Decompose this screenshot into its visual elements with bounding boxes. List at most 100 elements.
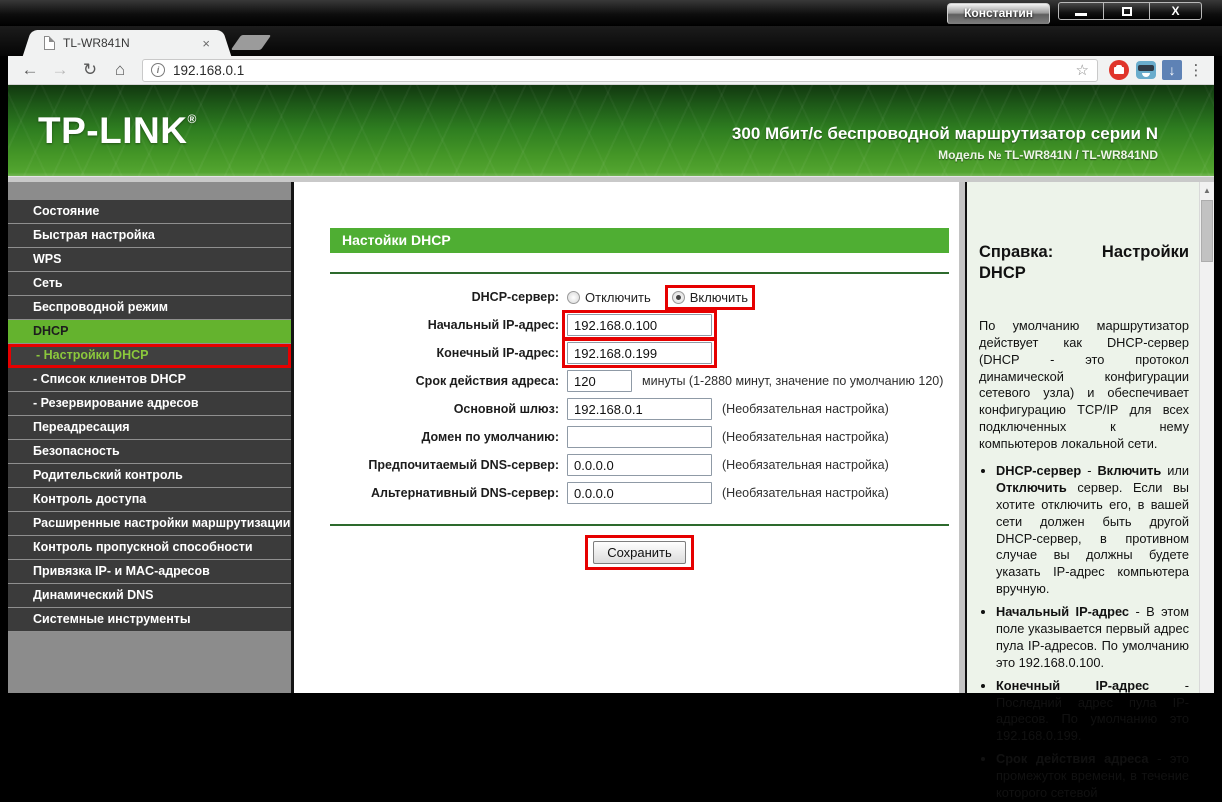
help-bullet: Начальный IP-адрес - В этом поле указыва… bbox=[996, 604, 1189, 672]
bookmark-star-icon[interactable]: ☆ bbox=[1076, 61, 1089, 79]
primary-dns-input[interactable] bbox=[567, 454, 712, 476]
help-bullet: Конечный IP-адрес - Последний адрес пула… bbox=[996, 678, 1189, 746]
optional-note: (Необязательная настройка) bbox=[722, 458, 889, 472]
router-tagline: 300 Мбит/с беспроводной маршрутизатор се… bbox=[732, 124, 1158, 144]
adblock-extension-icon[interactable] bbox=[1108, 60, 1129, 81]
lease-time-input[interactable] bbox=[567, 370, 632, 392]
tplink-header: TP-LINK® 300 Мбит/с беспроводной маршрут… bbox=[8, 85, 1214, 176]
gateway-input[interactable] bbox=[567, 398, 712, 420]
start-ip-input[interactable] bbox=[567, 314, 712, 336]
field-label: Альтернативный DNS-сервер: bbox=[330, 486, 567, 500]
sidebar-item[interactable]: Сеть bbox=[8, 272, 291, 296]
field-label: Домен по умолчанию: bbox=[330, 430, 567, 444]
annotation-box-save: Сохранить bbox=[585, 535, 694, 570]
sidebar-item[interactable]: WPS bbox=[8, 248, 291, 272]
secondary-dns-input[interactable] bbox=[567, 482, 712, 504]
sidebar-item[interactable]: Расширенные настройки маршрутизации bbox=[8, 512, 291, 536]
back-icon[interactable]: ← bbox=[18, 58, 42, 82]
router-admin-page: TP-LINK® 300 Мбит/с беспроводной маршрут… bbox=[8, 85, 1214, 693]
field-label: Основной шлюз: bbox=[330, 402, 567, 416]
domain-input[interactable] bbox=[567, 426, 712, 448]
sidebar-item[interactable]: Контроль пропускной способности bbox=[8, 536, 291, 560]
tab-title: TL-WR841N bbox=[63, 36, 200, 50]
sidebar-menu: СостояниеБыстрая настройкаWPSСетьБеспров… bbox=[8, 182, 291, 693]
scrollbar-thumb[interactable] bbox=[1201, 200, 1213, 262]
radio-disable[interactable] bbox=[567, 291, 580, 304]
radio-disable-label[interactable]: Отключить bbox=[585, 290, 651, 305]
forward-icon[interactable]: → bbox=[48, 58, 72, 82]
minimize-button[interactable] bbox=[1058, 2, 1104, 20]
sidebar-item[interactable]: DHCP bbox=[8, 320, 291, 344]
page-title: Настойки DHCP bbox=[330, 228, 949, 253]
sidebar-item[interactable]: Быстрая настройка bbox=[8, 224, 291, 248]
maximize-icon bbox=[1122, 7, 1132, 16]
help-bullet: Срок действия адреса - это промежуток вр… bbox=[996, 751, 1189, 802]
reload-icon[interactable]: ↻ bbox=[78, 58, 102, 82]
field-label: Срок действия адреса: bbox=[330, 374, 567, 388]
help-title: Справка: Настройки DHCP bbox=[979, 242, 1189, 304]
maximize-button[interactable] bbox=[1104, 2, 1150, 20]
sidebar-item[interactable]: Состояние bbox=[8, 200, 291, 224]
help-intro: По умолчанию маршрутизатор действует как… bbox=[979, 318, 1189, 453]
sidebar-item[interactable]: Привязка IP- и MAC-адресов bbox=[8, 560, 291, 584]
sidebar-item[interactable]: Контроль доступа bbox=[8, 488, 291, 512]
sidebar-item[interactable]: - Резервирование адресов bbox=[8, 392, 291, 416]
sidebar-item[interactable]: Родительский контроль bbox=[8, 464, 291, 488]
proxy-mask-extension-icon[interactable] bbox=[1135, 60, 1156, 81]
download-helper-extension-icon[interactable]: ↓ bbox=[1162, 60, 1182, 80]
form-row-gateway: Основной шлюз: (Необязательная настройка… bbox=[330, 395, 949, 423]
annotation-box-enable: Включить bbox=[665, 285, 755, 310]
browser-profile-button[interactable]: Константин bbox=[947, 3, 1050, 24]
main-content: Настойки DHCP DHCP-сервер: Отключить Вкл… bbox=[294, 182, 959, 693]
rule-bottom bbox=[330, 524, 949, 526]
close-button[interactable]: X bbox=[1150, 2, 1202, 20]
help-bullet-list: DHCP-сервер - Включить или Отключить сер… bbox=[979, 463, 1189, 802]
window-titlebar: Константин X bbox=[0, 0, 1222, 26]
end-ip-input[interactable] bbox=[567, 342, 712, 364]
home-icon[interactable]: ⌂ bbox=[108, 58, 132, 82]
sidebar-item[interactable]: - Настройки DHCP bbox=[8, 344, 291, 368]
site-info-icon[interactable]: i bbox=[151, 63, 165, 77]
optional-note: (Необязательная настройка) bbox=[722, 486, 889, 500]
radio-enable[interactable] bbox=[672, 291, 685, 304]
field-label: Конечный IP-адрес: bbox=[330, 346, 567, 360]
sidebar-item[interactable]: Переадресация bbox=[8, 416, 291, 440]
browser-menu-icon[interactable]: ⋮ bbox=[1188, 61, 1204, 79]
form-row-end-ip: Конечный IP-адрес: bbox=[330, 339, 949, 367]
radio-enable-label[interactable]: Включить bbox=[690, 290, 748, 305]
sidebar-item[interactable]: - Список клиентов DHCP bbox=[8, 368, 291, 392]
form-row-dns1: Предпочитаемый DNS-сервер: (Необязательн… bbox=[330, 451, 949, 479]
new-tab-button[interactable] bbox=[231, 35, 272, 50]
page-favicon-icon bbox=[44, 36, 55, 50]
browser-toolbar: ← → ↻ ⌂ i 192.168.0.1 ☆ ↓ ⋮ bbox=[8, 56, 1214, 85]
help-scrollbar[interactable]: ▲ bbox=[1199, 182, 1214, 693]
url-text[interactable]: 192.168.0.1 bbox=[173, 63, 1068, 78]
form-row-lease: Срок действия адреса: минуты (1-2880 мин… bbox=[330, 367, 949, 395]
lease-note: минуты (1-2880 минут, значение по умолча… bbox=[642, 374, 943, 388]
registered-mark: ® bbox=[187, 112, 196, 126]
form-row-dns2: Альтернативный DNS-сервер: (Необязательн… bbox=[330, 479, 949, 507]
close-icon: X bbox=[1171, 5, 1179, 17]
minimize-icon bbox=[1075, 13, 1087, 16]
sidebar-item[interactable]: Динамический DNS bbox=[8, 584, 291, 608]
form-row-start-ip: Начальный IP-адрес: bbox=[330, 311, 949, 339]
help-bullet: DHCP-сервер - Включить или Отключить сер… bbox=[996, 463, 1189, 598]
save-button[interactable]: Сохранить bbox=[593, 541, 686, 564]
sidebar-item[interactable]: Безопасность bbox=[8, 440, 291, 464]
router-model: Модель № TL-WR841N / TL-WR841ND bbox=[732, 148, 1158, 162]
optional-note: (Необязательная настройка) bbox=[722, 430, 889, 444]
annotation-box-end-ip bbox=[562, 338, 717, 368]
rule-top bbox=[330, 272, 949, 274]
tplink-logo: TP-LINK® bbox=[8, 110, 197, 152]
tab-close-icon[interactable]: × bbox=[200, 36, 212, 51]
form-row-domain: Домен по умолчанию: (Необязательная наст… bbox=[330, 423, 949, 451]
sidebar-item[interactable]: Беспроводной режим bbox=[8, 296, 291, 320]
help-panel: Справка: Настройки DHCP По умолчанию мар… bbox=[967, 182, 1199, 693]
field-label: Предпочитаемый DNS-сервер: bbox=[330, 458, 567, 472]
annotation-box-start-ip bbox=[562, 310, 717, 340]
browser-tab[interactable]: TL-WR841N × bbox=[34, 30, 220, 56]
scroll-up-icon[interactable]: ▲ bbox=[1200, 184, 1214, 198]
address-bar[interactable]: i 192.168.0.1 ☆ bbox=[142, 59, 1098, 82]
sidebar-item[interactable]: Системные инструменты bbox=[8, 608, 291, 632]
field-label: DHCP-сервер: bbox=[330, 290, 567, 304]
